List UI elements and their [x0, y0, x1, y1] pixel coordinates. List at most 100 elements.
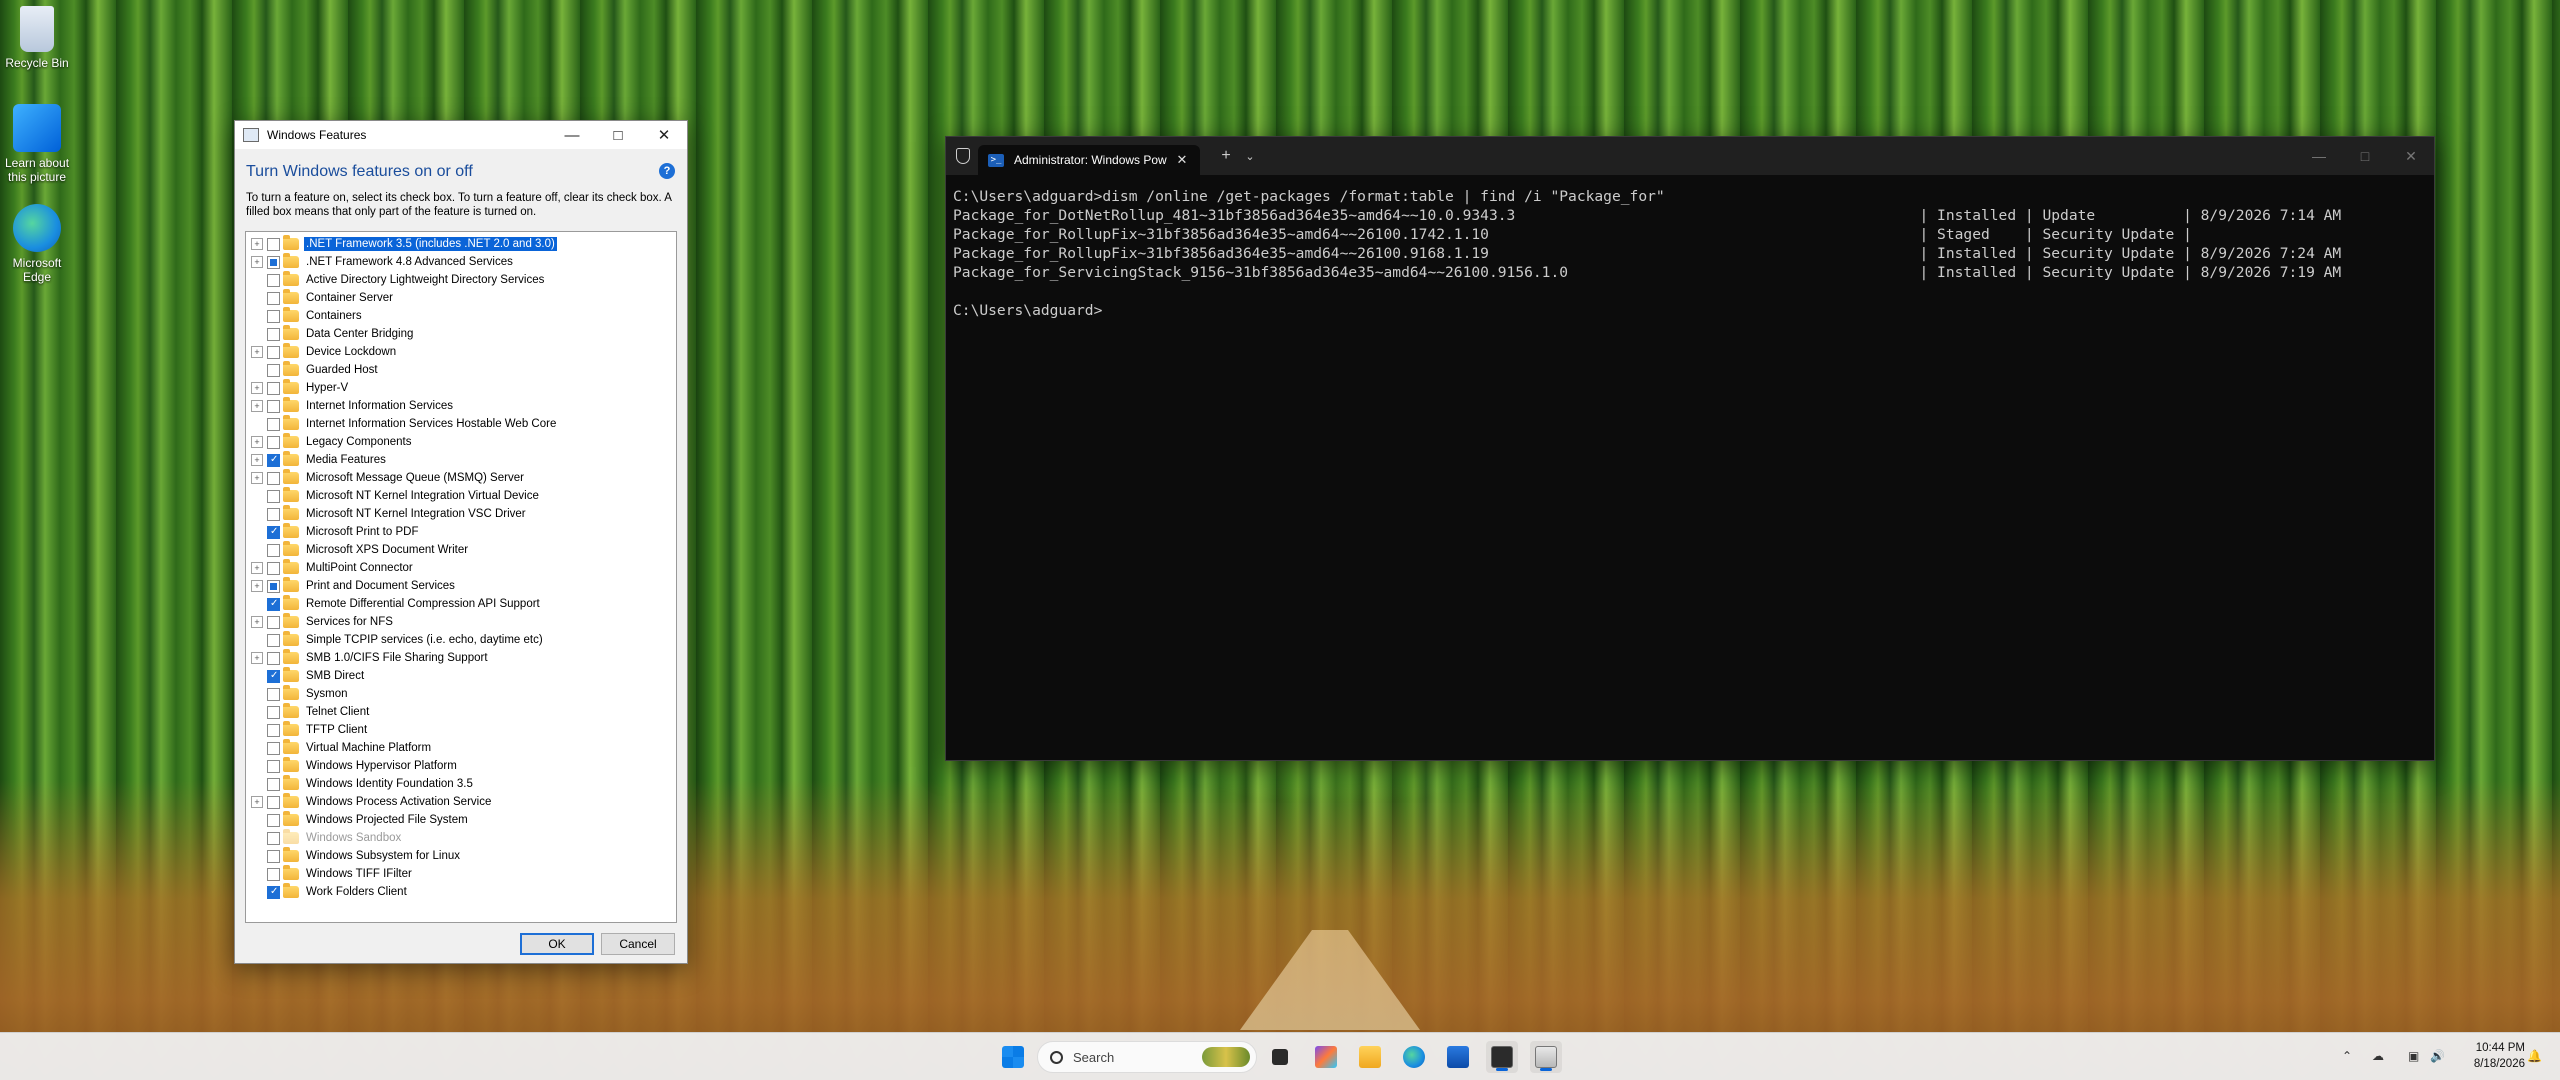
expand-plus-icon[interactable]: +: [251, 796, 263, 808]
copilot-button[interactable]: [1310, 1041, 1342, 1073]
feature-item[interactable]: Microsoft NT Kernel Integration VSC Driv…: [246, 505, 676, 523]
feature-checkbox[interactable]: [267, 489, 280, 503]
feature-item[interactable]: + SMB 1.0/CIFS File Sharing Support: [246, 649, 676, 667]
feature-checkbox[interactable]: [267, 417, 280, 431]
feature-item[interactable]: Data Center Bridging: [246, 325, 676, 343]
expand-plus-icon[interactable]: +: [251, 238, 263, 250]
feature-item[interactable]: + Device Lockdown: [246, 343, 676, 361]
feature-checkbox[interactable]: [267, 507, 280, 521]
feature-checkbox[interactable]: [267, 651, 280, 665]
feature-item[interactable]: + Media Features: [246, 451, 676, 469]
feature-item[interactable]: SMB Direct: [246, 667, 676, 685]
feature-checkbox[interactable]: [267, 705, 280, 719]
terminal-minimize-button[interactable]: —: [2296, 137, 2342, 175]
feature-item[interactable]: Containers: [246, 307, 676, 325]
feature-item[interactable]: Microsoft NT Kernel Integration Virtual …: [246, 487, 676, 505]
feature-checkbox[interactable]: [267, 471, 280, 485]
store-button[interactable]: [1442, 1041, 1474, 1073]
terminal-tab[interactable]: >_ Administrator: Windows Pow ✕: [978, 145, 1200, 175]
expand-plus-icon[interactable]: +: [251, 256, 263, 268]
feature-checkbox[interactable]: [267, 615, 280, 629]
feature-item[interactable]: TFTP Client: [246, 721, 676, 739]
feature-item[interactable]: Guarded Host: [246, 361, 676, 379]
clock[interactable]: 10:44 PM 8/18/2026: [2465, 1040, 2525, 1072]
feature-item[interactable]: Active Directory Lightweight Directory S…: [246, 271, 676, 289]
new-tab-button[interactable]: +: [1214, 147, 1238, 165]
feature-checkbox[interactable]: [267, 597, 280, 611]
expand-plus-icon[interactable]: +: [251, 436, 263, 448]
feature-checkbox[interactable]: [267, 453, 280, 467]
feature-item[interactable]: + Services for NFS: [246, 613, 676, 631]
windows-features-taskbar-button[interactable]: [1530, 1041, 1562, 1073]
minimize-button[interactable]: —: [549, 121, 595, 149]
terminal-taskbar-button[interactable]: [1486, 1041, 1518, 1073]
maximize-button[interactable]: □: [595, 121, 641, 149]
expand-plus-icon[interactable]: +: [251, 454, 263, 466]
terminal-maximize-button[interactable]: □: [2342, 137, 2388, 175]
feature-checkbox[interactable]: [267, 345, 280, 359]
feature-item[interactable]: + Hyper-V: [246, 379, 676, 397]
feature-item[interactable]: Sysmon: [246, 685, 676, 703]
feature-checkbox[interactable]: [267, 399, 280, 413]
dialog-titlebar[interactable]: Windows Features — □ ✕: [235, 121, 687, 149]
feature-item[interactable]: Virtual Machine Platform: [246, 739, 676, 757]
feature-checkbox[interactable]: [267, 723, 280, 737]
expand-plus-icon[interactable]: +: [251, 400, 263, 412]
feature-checkbox[interactable]: [267, 669, 280, 683]
cancel-button[interactable]: Cancel: [601, 933, 675, 955]
feature-item[interactable]: + .NET Framework 4.8 Advanced Services: [246, 253, 676, 271]
feature-item[interactable]: + Print and Document Services: [246, 577, 676, 595]
taskbar-search-box[interactable]: Search: [1037, 1041, 1257, 1073]
volume-icon[interactable]: 🔊: [2430, 1049, 2445, 1063]
expand-plus-icon[interactable]: +: [251, 616, 263, 628]
feature-item[interactable]: Remote Differential Compression API Supp…: [246, 595, 676, 613]
feature-checkbox[interactable]: [267, 777, 280, 791]
file-explorer-button[interactable]: [1354, 1041, 1386, 1073]
feature-checkbox[interactable]: [267, 795, 280, 809]
expand-plus-icon[interactable]: +: [251, 346, 263, 358]
ok-button[interactable]: OK: [520, 933, 594, 955]
feature-checkbox[interactable]: [267, 579, 280, 593]
feature-checkbox[interactable]: [267, 885, 280, 899]
expand-plus-icon[interactable]: +: [251, 472, 263, 484]
terminal-titlebar[interactable]: >_ Administrator: Windows Pow ✕ + ⌄ — □ …: [946, 137, 2434, 175]
feature-item[interactable]: + Legacy Components: [246, 433, 676, 451]
tab-close-icon[interactable]: ✕: [1174, 152, 1190, 168]
desktop-icon-recycle-bin[interactable]: Recycle Bin: [0, 6, 74, 70]
feature-checkbox[interactable]: [267, 867, 280, 881]
terminal-close-button[interactable]: ✕: [2388, 137, 2434, 175]
features-tree[interactable]: + .NET Framework 3.5 (includes .NET 2.0 a…: [245, 231, 677, 923]
feature-checkbox[interactable]: [267, 255, 280, 269]
feature-checkbox[interactable]: [267, 561, 280, 575]
feature-item[interactable]: Windows Sandbox: [246, 829, 676, 847]
feature-item[interactable]: + Microsoft Message Queue (MSMQ) Server: [246, 469, 676, 487]
feature-item[interactable]: + .NET Framework 3.5 (includes .NET 2.0 a…: [246, 235, 676, 253]
feature-checkbox[interactable]: [267, 273, 280, 287]
network-icon[interactable]: ▣: [2408, 1049, 2419, 1063]
feature-checkbox[interactable]: [267, 543, 280, 557]
close-button[interactable]: ✕: [641, 121, 687, 149]
feature-item[interactable]: Container Server: [246, 289, 676, 307]
feature-checkbox[interactable]: [267, 759, 280, 773]
feature-checkbox[interactable]: [267, 813, 280, 827]
desktop-icon-learn-about-picture[interactable]: Learn about this picture: [0, 104, 74, 184]
feature-item[interactable]: Telnet Client: [246, 703, 676, 721]
expand-plus-icon[interactable]: +: [251, 382, 263, 394]
expand-plus-icon[interactable]: +: [251, 652, 263, 664]
show-hidden-icons-chevron-icon[interactable]: ⌃: [2342, 1049, 2352, 1063]
feature-item[interactable]: + Windows Process Activation Service: [246, 793, 676, 811]
notification-bell-icon[interactable]: 🔔: [2527, 1049, 2542, 1063]
feature-checkbox[interactable]: [267, 291, 280, 305]
feature-item[interactable]: + MultiPoint Connector: [246, 559, 676, 577]
feature-checkbox[interactable]: [267, 327, 280, 341]
onedrive-icon[interactable]: ☁: [2372, 1049, 2384, 1063]
feature-item[interactable]: Microsoft Print to PDF: [246, 523, 676, 541]
feature-checkbox[interactable]: [267, 849, 280, 863]
feature-item[interactable]: Windows TIFF IFilter: [246, 865, 676, 883]
feature-item[interactable]: Windows Subsystem for Linux: [246, 847, 676, 865]
feature-checkbox[interactable]: [267, 741, 280, 755]
tab-dropdown-chevron-icon[interactable]: ⌄: [1238, 150, 1262, 163]
edge-taskbar-button[interactable]: [1398, 1041, 1430, 1073]
feature-item[interactable]: Windows Hypervisor Platform: [246, 757, 676, 775]
expand-plus-icon[interactable]: +: [251, 580, 263, 592]
